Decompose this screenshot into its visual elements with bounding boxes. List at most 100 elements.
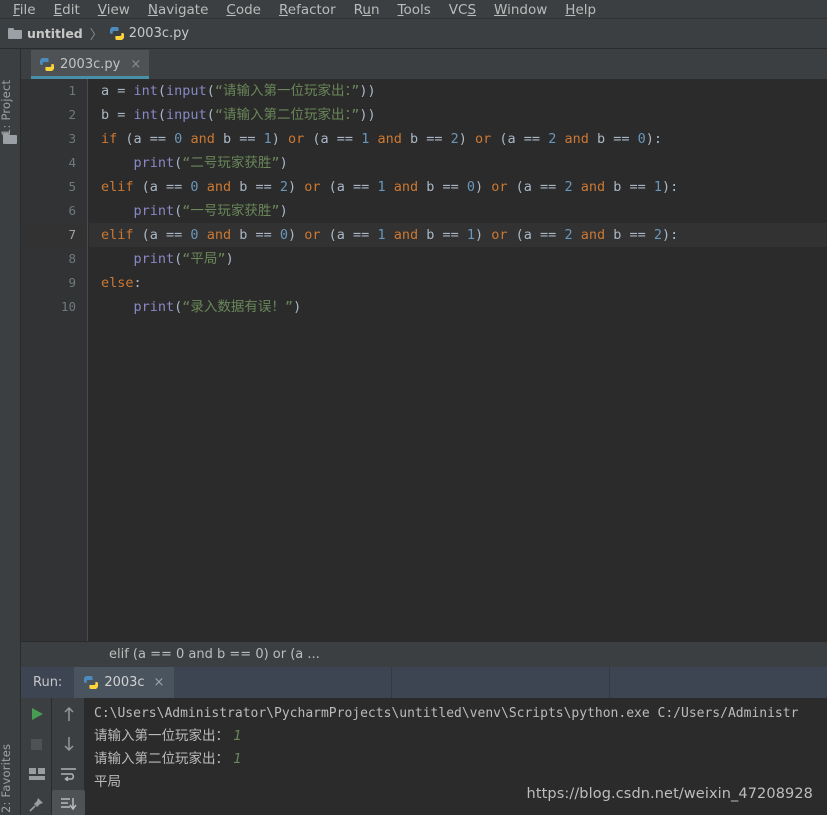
code-line-text: print(“录入数据有误！”) [89, 299, 302, 315]
code-line-text: a = int(input(“请输入第一位玩家出：”)) [89, 83, 376, 99]
code-token: ( [206, 107, 215, 123]
code-token: and [385, 227, 419, 243]
code-token: 2 [564, 227, 573, 243]
gutter-line-2[interactable]: 2 [21, 103, 87, 127]
run-play-icon[interactable] [21, 700, 52, 728]
gutter-line-9[interactable]: 9 [21, 271, 87, 295]
code-line-text: print(“二号玩家获胜”) [89, 155, 288, 171]
code-token: a = [101, 83, 134, 99]
code-token: and [572, 227, 606, 243]
code-line-5[interactable]: elif (a == 0 and b == 2) or (a == 1 and … [89, 175, 827, 199]
gutter-line-6[interactable]: 6 [21, 199, 87, 223]
menu-item-edit[interactable]: Edit [45, 3, 89, 17]
sidebar-item-favorites[interactable]: 2: Favorites [0, 739, 20, 815]
code-token: print [133, 155, 175, 171]
code-line-1[interactable]: a = int(input(“请输入第一位玩家出：”)) [89, 79, 827, 103]
breadcrumb-file-label: 2003c.py [128, 26, 190, 41]
code-line-text: if (a == 0 and b == 1) or (a == 1 and b … [89, 131, 662, 147]
code-token: and [572, 179, 606, 195]
gutter-line-5[interactable]: 5 [21, 175, 87, 199]
code-token: and [385, 179, 419, 195]
left-tool-stripe: 1: Project 2: Favorites ★ [0, 49, 21, 815]
gutter-line-1[interactable]: 1 [21, 79, 87, 103]
arrow-down-icon[interactable] [52, 730, 85, 758]
gutter-line-3[interactable]: 3 [21, 127, 87, 151]
menu-item-file[interactable]: File [4, 3, 45, 17]
stop-square-icon[interactable] [21, 730, 52, 758]
code-token: “二号玩家获胜” [182, 155, 280, 171]
code-token: ): [662, 179, 679, 195]
pycharm-window: File Edit View Navigate Code Refactor Run Tools… [0, 0, 827, 815]
run-bar-filler-3 [610, 667, 827, 698]
code-token: 0 [190, 179, 199, 195]
code-line-4[interactable]: print(“二号玩家获胜”) [89, 151, 827, 175]
code-token: 2 [564, 179, 573, 195]
close-icon[interactable]: × [130, 58, 141, 71]
code-line-8[interactable]: print(“平局”) [89, 247, 827, 271]
code-line-7[interactable]: elif (a == 0 and b == 0) or (a == 1 and … [89, 223, 827, 247]
code-token: if [101, 131, 118, 147]
gutter-line-7[interactable]: 7 [21, 223, 87, 247]
folder-icon [8, 28, 22, 39]
gutter-line-4[interactable]: 4 [21, 151, 87, 175]
code-token: or [304, 227, 321, 243]
code-token: 1 [377, 227, 386, 243]
watermark-url: https://blog.csdn.net/weixin_47208928 [526, 786, 813, 802]
editor-structure-breadcrumb[interactable]: elif (a == 0 and b == 0) or (a ... [21, 641, 827, 667]
code-line-text: b = int(input(“请输入第二位玩家出：”)) [89, 107, 376, 123]
code-token: and [556, 131, 589, 147]
run-bar-filler-1 [174, 667, 391, 698]
menu-item-help[interactable]: Help [556, 3, 605, 17]
code-editor[interactable]: 1 2 3 4 5 6 7 8 9 10 a = int(input(“请输入第一位玩家出：”))… [21, 79, 827, 641]
menu-item-navigate[interactable]: Navigate [139, 3, 218, 17]
close-icon[interactable]: × [154, 675, 165, 690]
breadcrumb-project[interactable]: untitled [8, 26, 83, 41]
code-line-2[interactable]: b = int(input(“请输入第二位玩家出：”)) [89, 103, 827, 127]
code-token: “录入数据有误！” [182, 299, 294, 315]
code-token: b == [418, 179, 467, 195]
code-token: b == [214, 131, 264, 147]
code-line-3[interactable]: if (a == 0 and b == 1) or (a == 1 and b … [89, 127, 827, 151]
gutter-line-10[interactable]: 10 [21, 295, 87, 319]
arrow-up-icon[interactable] [52, 700, 85, 728]
menu-item-run[interactable]: Run [345, 3, 389, 17]
console-line-1: C:\Users\Administrator\PycharmProjects\u… [94, 706, 799, 721]
breadcrumb-file[interactable]: 2003c.py [109, 26, 190, 41]
scroll-to-end-icon[interactable] [52, 790, 85, 815]
code-token: b == [605, 227, 654, 243]
code-line-6[interactable]: print(“一号玩家获胜”) [89, 199, 827, 223]
editor-tab-label: 2003c.py [60, 57, 121, 72]
code-token: ) [458, 131, 476, 147]
code-token: b == [231, 179, 280, 195]
code-token: int [133, 83, 158, 99]
code-token: print [133, 299, 175, 315]
menu-item-view[interactable]: View [89, 3, 139, 17]
editor-gutter[interactable]: 1 2 3 4 5 6 7 8 9 10 [21, 79, 88, 641]
code-token: or [288, 131, 305, 147]
project-folder-icon[interactable] [3, 133, 17, 144]
menu-item-refactor[interactable]: Refactor [270, 3, 345, 17]
code-token: ( [206, 83, 215, 99]
code-token: “一号玩家获胜” [182, 203, 280, 219]
editor-tab-bar: 2003c.py × [21, 49, 827, 79]
soft-wrap-icon[interactable] [52, 760, 85, 788]
console-user-input: 1 [233, 728, 242, 744]
editor-code-area[interactable]: a = int(input(“请输入第一位玩家出：”)) b = int(inpu… [89, 79, 827, 641]
code-token: b == [588, 131, 638, 147]
code-token: : [133, 275, 142, 291]
restore-layout-icon[interactable] [21, 760, 52, 788]
menu-item-window[interactable]: Window [485, 3, 556, 17]
editor-tab-2003c[interactable]: 2003c.py × [31, 50, 150, 79]
run-tab-2003c[interactable]: 2003c × [74, 667, 175, 698]
code-line-10[interactable]: print(“录入数据有误！”) [89, 295, 827, 319]
code-token: 0 [637, 131, 646, 147]
python-file-icon [109, 26, 124, 41]
gutter-line-8[interactable]: 8 [21, 247, 87, 271]
code-token: 0 [190, 227, 199, 243]
menu-item-vcs[interactable]: VCS [440, 3, 485, 17]
menu-item-code[interactable]: Code [217, 3, 270, 17]
code-line-9[interactable]: else: [89, 271, 827, 295]
pin-icon[interactable] [21, 790, 52, 815]
menu-item-tools[interactable]: Tools [389, 3, 440, 17]
